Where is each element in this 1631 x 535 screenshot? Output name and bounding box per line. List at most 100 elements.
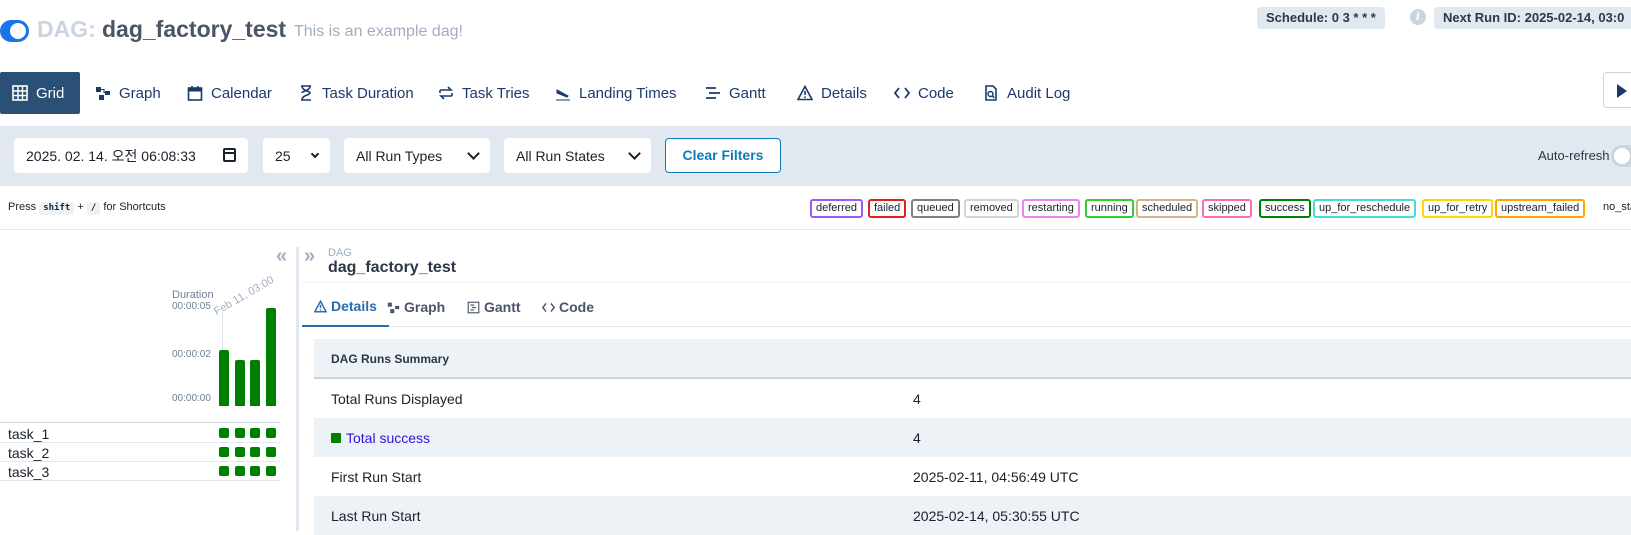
tab-label: Landing Times [579,84,677,102]
trigger-dag-button[interactable] [1603,72,1631,108]
task-instance-status[interactable] [265,466,276,476]
tab-grid[interactable]: Grid [0,72,81,114]
row-key: Total success [346,430,431,446]
legend-chip-success[interactable]: success [1259,199,1311,218]
date-filter-input[interactable]: 2025. 02. 14. 오전 06:08:33 [14,138,248,173]
task-instance-status[interactable] [265,447,276,457]
legend-chip-skipped[interactable]: skipped [1202,199,1252,218]
task-instance-status[interactable] [234,428,245,438]
legend-chip-failed[interactable]: failed [868,199,907,218]
run-type-select[interactable]: All Run Types [344,138,490,173]
tab-task-tries[interactable]: Task Tries [438,72,530,114]
task-instance-status[interactable] [250,428,260,438]
subtab-gantt[interactable]: Gantt [467,287,521,327]
subtab-graph[interactable]: Graph [387,287,445,327]
run-duration-bar[interactable] [250,360,260,406]
legend-chip-queued[interactable]: queued [911,199,960,218]
tab-landing-times[interactable]: Landing Times [555,72,677,114]
table-row: Total success 4 [314,418,1631,457]
row-value: 2025-02-11, 04:56:49 UTC [913,469,1079,485]
tab-audit-log[interactable]: Audit Log [983,72,1070,114]
run-duration-bar[interactable] [265,308,276,406]
tab-details[interactable]: Details [797,72,867,114]
task-instance-status[interactable] [219,428,229,438]
legend-chip-scheduled[interactable]: scheduled [1136,199,1199,218]
row-value: 2025-02-14, 05:30:55 UTC [913,508,1080,524]
legend-chip-no-status[interactable]: no_sta [1603,201,1631,213]
legend-chip-running[interactable]: running [1085,199,1134,218]
legend-chip-removed[interactable]: removed [964,199,1019,218]
graph-icon [96,87,110,100]
dag-description: This is an example dag! [294,23,463,40]
shortcut-suffix: for Shortcuts [103,201,166,213]
dag-label: DAG: [37,16,96,42]
subtab-details[interactable]: Details [302,287,389,327]
run-duration-bar[interactable] [234,360,245,406]
task-instance-status[interactable] [219,466,229,476]
legend-chip-up-for-retry[interactable]: up_for_retry [1422,199,1494,218]
shortcut-hint: Press shift + / for Shortcuts [8,201,166,215]
task-name[interactable]: task_1 [8,426,49,442]
expand-icon[interactable]: » [304,245,315,268]
warning-icon [797,85,813,101]
hourglass-icon [301,85,311,101]
shortcut-plus: + [77,201,84,213]
chevron-down-icon [310,149,320,159]
dag-nav-tabs: Grid Graph Calendar Task Duration Task T… [0,72,1631,114]
task-name[interactable]: task_2 [8,445,49,461]
schedule-badge: Schedule: 0 3 * * * [1257,7,1385,29]
legend-chip-deferred[interactable]: deferred [810,199,863,218]
row-value: 4 [913,430,921,446]
autorefresh-toggle[interactable] [1611,145,1631,167]
task-row[interactable]: task_2 [0,443,280,462]
landing-icon [556,89,570,101]
row-key: First Run Start [331,469,422,485]
tab-label: Gantt [729,84,766,102]
task-instance-status[interactable] [250,466,260,476]
next-run-badge: Next Run ID: 2025-02-14, 03:0 [1434,7,1631,29]
tab-code[interactable]: Code [894,72,954,114]
collapse-icon[interactable]: « [276,245,287,268]
breadcrumb-dag[interactable]: dag_factory_test [328,259,456,277]
duration-tick: 00:00:02 [172,349,211,360]
tab-gantt[interactable]: Gantt [705,72,766,114]
tab-task-duration[interactable]: Task Duration [298,72,414,114]
chevron-down-icon [467,147,480,160]
gantt-icon [467,301,480,313]
task-row[interactable]: task_1 [0,424,280,443]
info-icon[interactable]: i [1410,9,1426,25]
divider [0,422,280,423]
run-state-select[interactable]: All Run States [504,138,651,173]
panel-resize-handle[interactable] [296,247,299,531]
task-instance-status[interactable] [234,447,245,457]
tab-calendar[interactable]: Calendar [187,72,272,114]
run-limit-select[interactable]: 25 [263,138,330,173]
tab-graph[interactable]: Graph [95,72,161,114]
warning-icon [314,299,327,313]
dag-pause-toggle[interactable] [0,20,29,42]
task-instance-status[interactable] [219,447,229,457]
calendar-icon [187,86,203,101]
table-row: Last Run Start 2025-02-14, 05:30:55 UTC [314,496,1631,535]
success-square-icon [331,433,341,443]
task-instance-status[interactable] [234,466,245,476]
code-icon [894,87,910,99]
code-icon [542,302,555,312]
legend-chip-upstream-failed[interactable]: upstream_failed [1495,199,1586,218]
task-name[interactable]: task_3 [8,464,49,480]
run-duration-bar[interactable] [219,350,229,406]
task-instance-status[interactable] [250,447,260,457]
task-row[interactable]: task_3 [0,462,280,481]
shortcut-key-shift: shift [39,202,75,215]
duration-tick: 00:00:00 [172,393,211,404]
total-success-link[interactable]: Total success [331,430,430,446]
clear-filters-button[interactable]: Clear Filters [665,138,781,173]
legend-chip-up-for-reschedule[interactable]: up_for_reschedule [1313,199,1417,218]
calendar-picker-icon[interactable] [223,148,236,162]
subtab-code[interactable]: Code [542,287,594,327]
tab-label: Task Tries [462,84,530,102]
shortcut-key-slash: / [86,202,101,215]
tab-label: Calendar [211,84,272,102]
task-instance-status[interactable] [265,428,276,438]
legend-chip-restarting[interactable]: restarting [1022,199,1080,218]
